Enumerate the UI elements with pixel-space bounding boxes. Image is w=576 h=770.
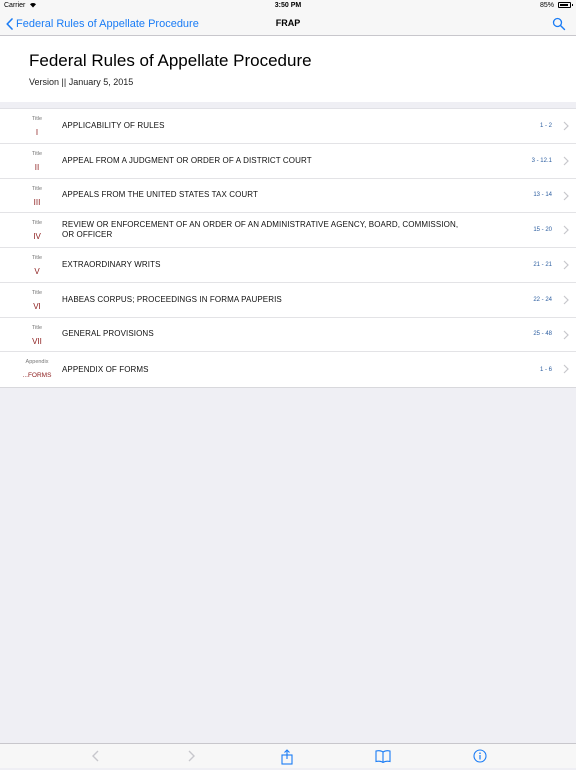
book-icon xyxy=(375,750,391,764)
chevron-right-icon xyxy=(563,121,569,131)
row-number: V xyxy=(34,267,40,276)
navigation-bar: Federal Rules of Appellate Procedure FRA… xyxy=(0,12,576,36)
row-title: APPEAL FROM A JUDGMENT OR ORDER OF A DIS… xyxy=(62,155,312,165)
search-button[interactable] xyxy=(552,17,566,31)
row-title: HABEAS CORPUS; PROCEEDINGS IN FORMA PAUP… xyxy=(62,294,282,304)
clock: 3:50 PM xyxy=(274,2,302,9)
chevron-right-icon xyxy=(563,330,569,339)
row-number: I xyxy=(35,128,39,137)
toc-row-title-i[interactable]: Title I APPLICABILITY OF RULES 1 - 2 xyxy=(0,109,576,144)
row-title: APPENDIX OF FORMS xyxy=(62,364,149,374)
row-rule-range: 3 - 12.1 xyxy=(531,157,552,164)
toc-row-title-vii[interactable]: Title VII GENERAL PROVISIONS 25 - 48 xyxy=(0,318,576,353)
chevron-right-icon xyxy=(563,260,569,270)
row-title: APPEALS FROM THE UNITED STATES TAX COURT xyxy=(62,190,259,200)
toc-list: Title I APPLICABILITY OF RULES 1 - 2 Tit… xyxy=(0,108,576,388)
row-type-label: Title xyxy=(31,324,43,331)
row-title: EXTRAORDINARY WRITS xyxy=(62,259,161,269)
status-bar: Carrier 3:50 PM 85% xyxy=(0,0,576,12)
row-type-label: Title xyxy=(31,116,43,122)
row-title: APPLICABILITY OF RULES xyxy=(62,120,165,130)
row-title: REVIEW OR ENFORCEMENT OF AN ORDER OF AN … xyxy=(62,220,459,240)
bottom-toolbar xyxy=(0,743,576,768)
toc-row-title-iv[interactable]: Title IV REVIEW OR ENFORCEMENT OF AN ORD… xyxy=(0,213,576,248)
row-type-label: Title xyxy=(31,255,43,261)
chevron-right-icon xyxy=(563,364,569,374)
row-type-label: Title xyxy=(31,185,43,192)
row-rule-range: 13 - 14 xyxy=(533,192,552,199)
back-arrow-icon xyxy=(92,750,99,762)
row-rule-range: 25 - 48 xyxy=(533,331,552,338)
row-number: VI xyxy=(33,301,41,311)
row-number: ...FORMS xyxy=(22,372,52,380)
forward-arrow-button[interactable] xyxy=(184,749,198,763)
forward-arrow-icon xyxy=(188,750,195,762)
toc-row-title-v[interactable]: Title V EXTRAORDINARY WRITS 21 - 21 xyxy=(0,248,576,283)
toc-row-title-ii[interactable]: Title II APPEAL FROM A JUDGMENT OR ORDER… xyxy=(0,144,576,179)
back-arrow-button[interactable] xyxy=(89,749,103,763)
search-icon xyxy=(552,17,566,31)
chevron-right-icon xyxy=(563,225,569,235)
row-number: II xyxy=(34,162,40,172)
row-title: GENERAL PROVISIONS xyxy=(62,329,154,339)
bookmarks-button[interactable] xyxy=(375,749,391,764)
toc-row-title-vi[interactable]: Title VI HABEAS CORPUS; PROCEEDINGS IN F… xyxy=(0,283,576,318)
row-number: IV xyxy=(33,232,41,242)
version-label: Version || January 5, 2015 xyxy=(29,77,134,87)
toc-row-appendix[interactable]: Appendix ...FORMS APPENDIX OF FORMS 1 - … xyxy=(0,352,576,387)
row-type-label: Title xyxy=(31,150,43,157)
info-icon xyxy=(473,749,487,763)
row-type-label: Title xyxy=(31,220,43,227)
row-rule-range: 21 - 21 xyxy=(533,261,552,268)
document-header: Federal Rules of Appellate Procedure Ver… xyxy=(0,36,576,102)
share-icon xyxy=(281,749,293,765)
toc-row-title-iii[interactable]: Title III APPEALS FROM THE UNITED STATES… xyxy=(0,179,576,214)
chevron-right-icon xyxy=(563,156,569,166)
row-rule-range: 1 - 2 xyxy=(539,122,552,129)
page-title: Federal Rules of Appellate Procedure xyxy=(29,51,312,70)
row-rule-range: 15 - 20 xyxy=(533,227,552,234)
chevron-right-icon xyxy=(563,191,569,200)
row-type-label: Title xyxy=(31,289,43,296)
nav-title: FRAP xyxy=(275,18,301,28)
share-button[interactable] xyxy=(280,749,294,765)
row-number: VII xyxy=(32,336,42,346)
row-number: III xyxy=(33,197,41,207)
chevron-right-icon xyxy=(563,295,569,305)
battery-icon xyxy=(558,2,573,8)
battery-percent: 85% xyxy=(539,2,554,9)
info-button[interactable] xyxy=(473,749,487,763)
row-type-label: Appendix xyxy=(25,359,49,366)
row-rule-range: 22 - 24 xyxy=(533,296,552,303)
row-rule-range: 1 - 6 xyxy=(539,366,552,373)
